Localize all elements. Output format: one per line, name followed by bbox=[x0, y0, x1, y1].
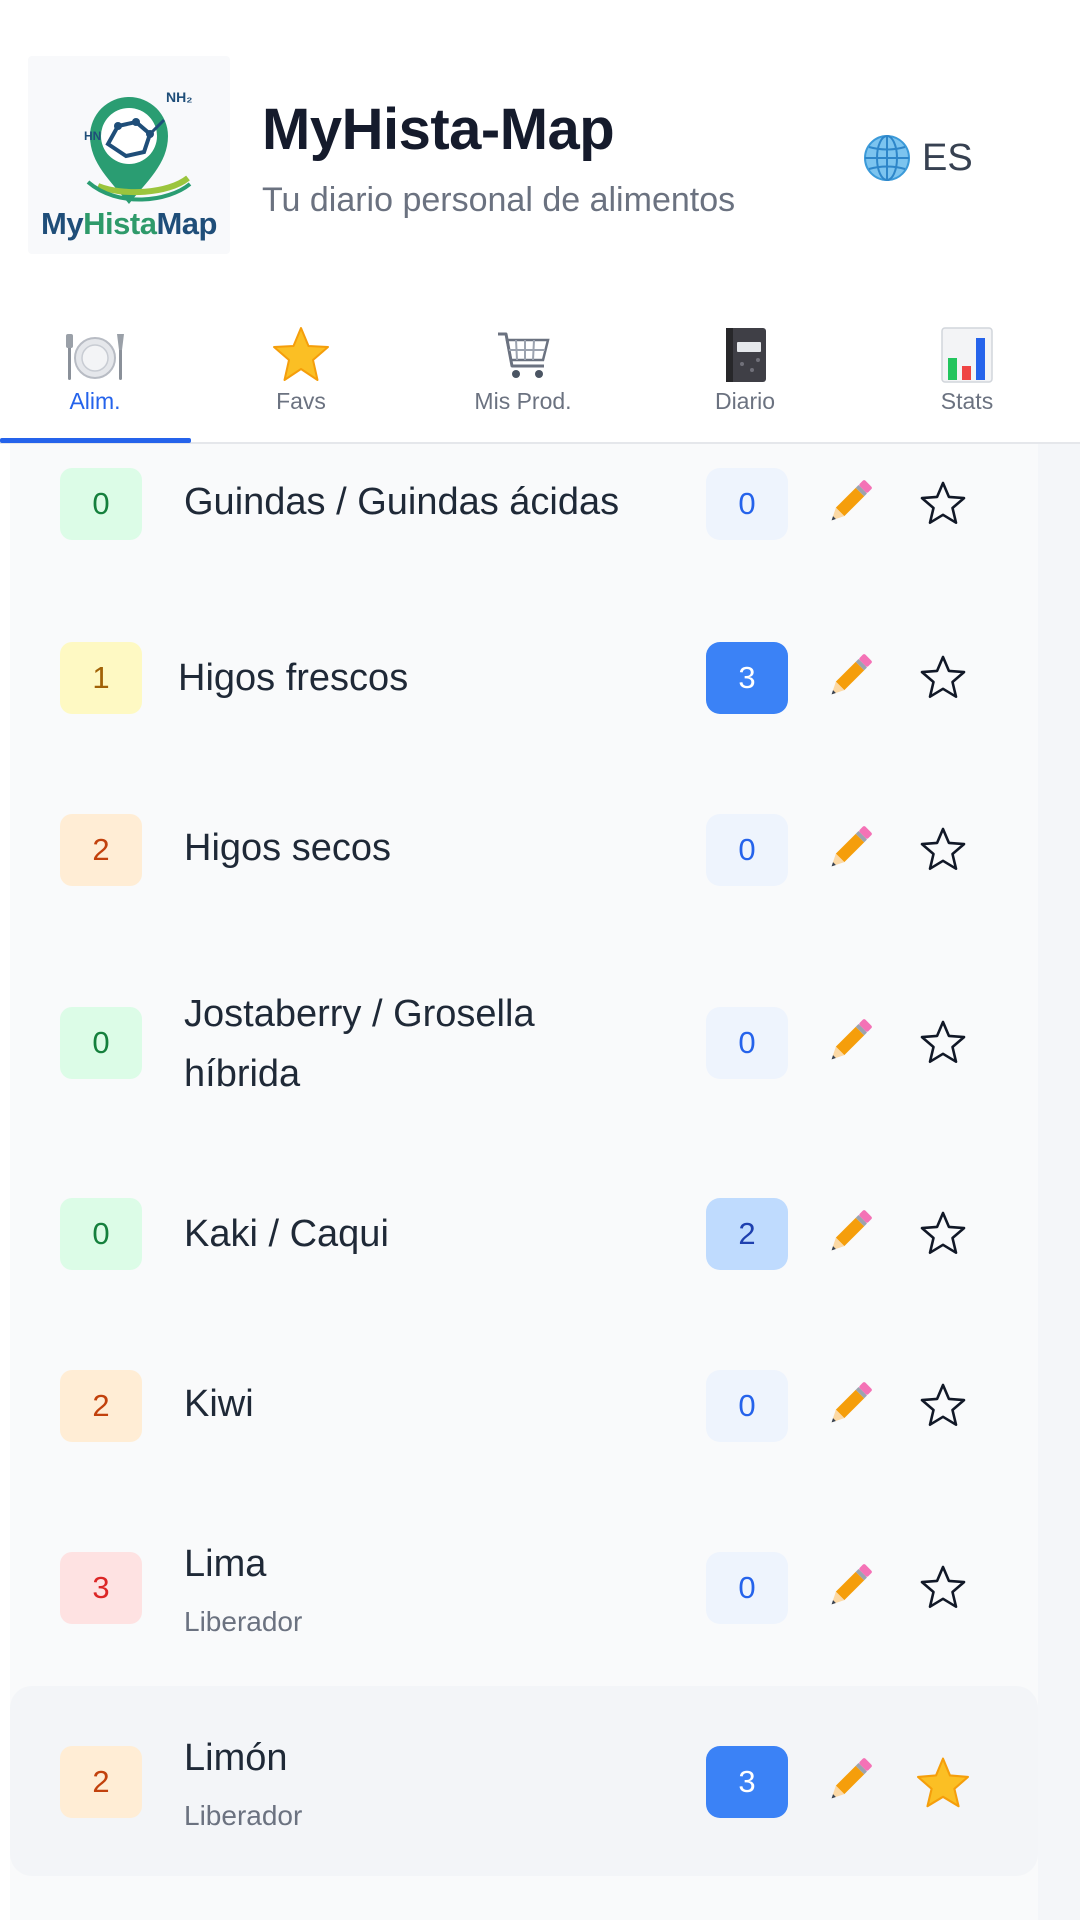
diary-count-badge[interactable]: 0 bbox=[706, 1370, 788, 1442]
food-tag: Liberador bbox=[184, 1606, 303, 1637]
diary-count-badge[interactable]: 0 bbox=[706, 814, 788, 886]
food-name: Guindas / Guindas ácidas bbox=[184, 481, 620, 523]
histamine-level-badge: 0 bbox=[60, 1198, 142, 1270]
plate-icon bbox=[66, 334, 124, 380]
food-tag: Liberador bbox=[184, 1800, 303, 1831]
food-row[interactable]: 2 Kiwi 0 bbox=[10, 1332, 1038, 1504]
pencil-icon[interactable] bbox=[822, 1752, 878, 1808]
notebook-icon bbox=[726, 328, 766, 382]
food-row[interactable]: 0 Jostaberry / Grosella híbrida 0 bbox=[10, 948, 1038, 1160]
tab-favs-label: Favs bbox=[276, 388, 326, 414]
pencil-icon[interactable] bbox=[822, 1204, 878, 1260]
cart-icon bbox=[498, 332, 550, 378]
tab-diario[interactable]: Diario bbox=[650, 310, 840, 444]
scrollbar-track[interactable] bbox=[1038, 444, 1080, 1920]
pencil-icon[interactable] bbox=[822, 1013, 878, 1069]
tab-bar: Alim. Favs Mis Prod. Diario Stats bbox=[0, 310, 1080, 444]
favorite-star-icon[interactable] bbox=[918, 1562, 968, 1612]
globe-icon bbox=[864, 135, 910, 181]
food-row[interactable]: 2 Limón Liberador 3 bbox=[10, 1686, 1038, 1876]
logo-molecule-nh2: NH₂ bbox=[166, 89, 192, 105]
histamine-level-badge: 2 bbox=[60, 814, 142, 886]
app-logo: NH₂ HN MyHistaMap bbox=[28, 56, 230, 254]
diary-count-badge[interactable]: 3 bbox=[706, 1746, 788, 1818]
bar-chart-icon bbox=[941, 327, 993, 383]
pencil-icon[interactable] bbox=[822, 820, 878, 876]
food-name: Lima bbox=[184, 1543, 267, 1585]
food-row[interactable]: 0 Guindas / Guindas ácidas 0 bbox=[10, 444, 1038, 604]
histamine-level-badge: 0 bbox=[60, 1007, 142, 1079]
histamine-level-badge: 2 bbox=[60, 1746, 142, 1818]
food-row[interactable]: 1 Higos frescos 3 bbox=[10, 604, 1038, 776]
histamine-level-badge: 1 bbox=[60, 642, 142, 714]
logo-word-map: Map bbox=[156, 206, 217, 241]
pencil-icon[interactable] bbox=[822, 1376, 878, 1432]
histamine-level-badge: 0 bbox=[60, 468, 142, 540]
tab-stats[interactable]: Stats bbox=[872, 310, 1062, 444]
pencil-icon[interactable] bbox=[822, 1558, 878, 1614]
food-name: Limón bbox=[184, 1737, 288, 1779]
active-tab-indicator bbox=[0, 438, 191, 443]
logo-word-my: My bbox=[41, 206, 84, 241]
food-name: Kaki / Caqui bbox=[184, 1213, 389, 1255]
diary-count-badge[interactable]: 3 bbox=[706, 642, 788, 714]
food-name: Jostaberry / Grosella híbrida bbox=[184, 993, 535, 1095]
favorite-star-icon[interactable] bbox=[918, 1208, 968, 1258]
tab-mis-prod[interactable]: Mis Prod. bbox=[428, 310, 618, 444]
pencil-icon[interactable] bbox=[822, 648, 878, 704]
food-row[interactable]: 3 Lima Liberador 0 bbox=[10, 1504, 1038, 1694]
app-header: NH₂ HN MyHistaMap MyHista-Map Tu diario … bbox=[0, 0, 1080, 290]
language-label: ES bbox=[922, 136, 973, 179]
pencil-icon[interactable] bbox=[822, 474, 878, 530]
logo-word-hista: Hista bbox=[83, 206, 157, 241]
diary-count-badge[interactable]: 0 bbox=[706, 468, 788, 540]
diary-count-badge[interactable]: 0 bbox=[706, 1007, 788, 1079]
diary-count-badge[interactable]: 2 bbox=[706, 1198, 788, 1270]
food-list[interactable]: 0 Guindas / Guindas ácidas 0 1 Higos fre… bbox=[10, 444, 1038, 1920]
star-icon bbox=[273, 327, 329, 381]
tab-favs[interactable]: Favs bbox=[206, 310, 396, 444]
diary-count-badge[interactable]: 0 bbox=[706, 1552, 788, 1624]
favorite-star-icon[interactable] bbox=[918, 478, 968, 528]
histamine-level-badge: 3 bbox=[60, 1552, 142, 1624]
food-name: Higos frescos bbox=[178, 657, 409, 699]
tab-alim-label: Alim. bbox=[69, 388, 121, 414]
tab-stats-label: Stats bbox=[940, 388, 994, 414]
app-subtitle: Tu diario personal de alimentos bbox=[262, 181, 736, 219]
logo-wordmark: MyHistaMap bbox=[28, 206, 230, 242]
tab-alim[interactable]: Alim. bbox=[0, 310, 190, 444]
food-row[interactable]: 0 Kaki / Caqui 2 bbox=[10, 1160, 1038, 1332]
tab-diario-label: Diario bbox=[714, 388, 776, 414]
tab-mis-prod-label: Mis Prod. bbox=[474, 388, 572, 414]
logo-molecule-hn: HN bbox=[84, 129, 101, 143]
favorite-star-icon[interactable] bbox=[918, 652, 968, 702]
language-switcher[interactable]: ES bbox=[862, 130, 973, 186]
food-name: Higos secos bbox=[184, 827, 391, 869]
favorite-star-icon[interactable] bbox=[918, 1380, 968, 1430]
favorite-star-icon[interactable] bbox=[918, 1017, 968, 1067]
favorite-star-filled-icon[interactable] bbox=[914, 1754, 972, 1812]
food-row[interactable]: 2 Higos secos 0 bbox=[10, 776, 1038, 948]
food-name: Kiwi bbox=[184, 1383, 254, 1425]
favorite-star-icon[interactable] bbox=[918, 824, 968, 874]
app-title: MyHista-Map bbox=[262, 97, 615, 162]
histamine-level-badge: 2 bbox=[60, 1370, 142, 1442]
